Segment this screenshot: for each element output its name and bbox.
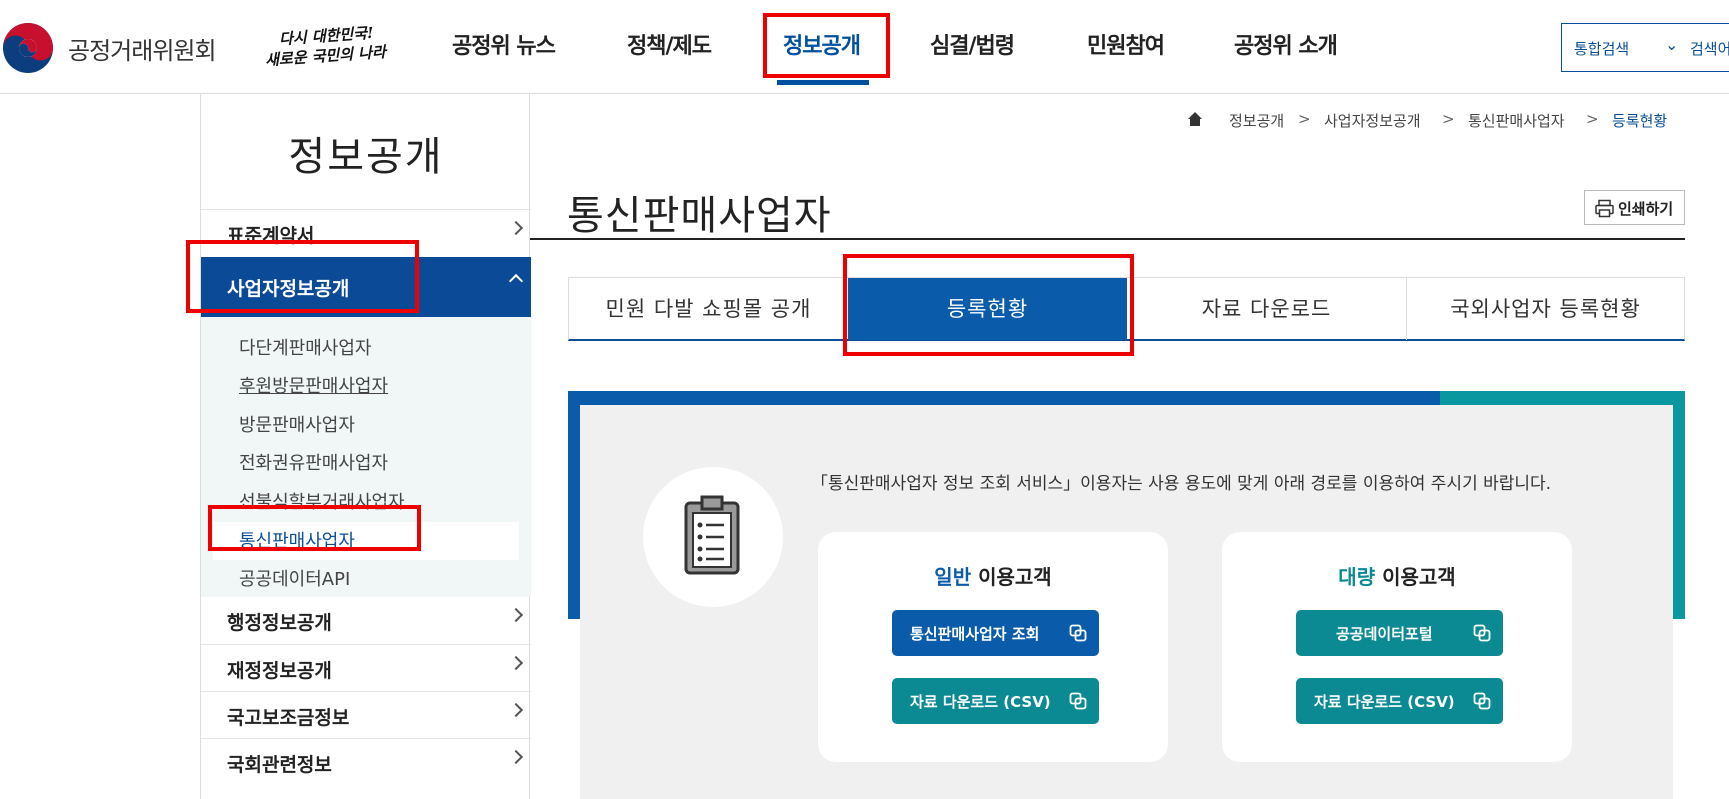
sidebar-item-label: 국고보조금정보 xyxy=(227,707,350,729)
logo-text: 공정거래위원회 xyxy=(68,36,217,65)
sidebar-item-label: 재정정보공개 xyxy=(227,660,332,682)
public-data-portal-button[interactable]: 공공데이터포털 xyxy=(1296,610,1503,656)
tab-data-download[interactable]: 자료 다운로드 xyxy=(1127,278,1406,340)
card-title-highlight: 일반 xyxy=(934,565,972,589)
annotation-box-submenu xyxy=(208,505,421,551)
copy-icon xyxy=(1473,624,1491,642)
home-icon[interactable] xyxy=(1187,111,1203,127)
tab-complaint-malls[interactable]: 민원 다발 쇼핑몰 공개 xyxy=(569,278,848,340)
nav-civil[interactable]: 민원참여 xyxy=(1087,0,1165,94)
sidebar-item-label: 행정정보공개 xyxy=(227,612,332,634)
sidebar-item-assembly-info[interactable]: 국회관련정보 xyxy=(201,738,531,785)
chevron-up-icon xyxy=(508,273,524,289)
card-title: 대량 이용고객 xyxy=(1222,561,1572,590)
nav-about[interactable]: 공정위 소개 xyxy=(1234,0,1338,94)
sidebar-item-finance-info[interactable]: 재정정보공개 xyxy=(201,644,531,691)
page-title: 통신판매사업자 xyxy=(567,193,832,239)
chevron-right-icon xyxy=(508,655,524,671)
submenu-item-open-api[interactable]: 공공데이터API xyxy=(239,565,350,591)
sidebar: 정보공개 표준계약서 사업자정보공개 다단계판매사업자 후원방문판매사업자 방문… xyxy=(200,94,531,799)
card-title-rest: 이용고객 xyxy=(1375,565,1456,589)
sidebar-title: 정보공개 xyxy=(288,134,444,180)
button-label: 자료 다운로드 (CSV) xyxy=(1314,693,1455,711)
site-logo[interactable]: 공정거래위원회 xyxy=(2,22,217,74)
breadcrumb-separator-icon: > xyxy=(1442,110,1455,128)
submenu-item-telemarketing[interactable]: 전화권유판매사업자 xyxy=(239,449,388,475)
bulk-user-card: 대량 이용고객 공공데이터포털 자료 다운로드 (CSV) xyxy=(1222,532,1572,762)
search-input[interactable]: 검색어 xyxy=(1690,38,1729,59)
lookup-business-button[interactable]: 통신판매사업자 조회 xyxy=(892,610,1099,656)
nav-policy[interactable]: 정책/제도 xyxy=(627,0,712,94)
search-scope-select[interactable]: 통합검색 xyxy=(1574,38,1629,59)
card-title-highlight: 대량 xyxy=(1338,565,1376,589)
tab-foreign-registration[interactable]: 국외사업자 등록현황 xyxy=(1407,278,1684,340)
copy-icon xyxy=(1069,624,1087,642)
button-label: 공공데이터포털 xyxy=(1336,625,1433,643)
service-notice: 「통신판매사업자 정보 조회 서비스」이용자는 사용 용도에 맞게 아래 경로를… xyxy=(811,474,1552,494)
bulk-download-csv-button[interactable]: 자료 다운로드 (CSV) xyxy=(1296,678,1503,724)
chevron-right-icon xyxy=(508,702,524,718)
breadcrumb-current: 등록현황 xyxy=(1612,112,1668,130)
chevron-right-icon xyxy=(508,749,524,765)
print-button[interactable]: 인쇄하기 xyxy=(1584,190,1685,225)
breadcrumb-item[interactable]: 사업자정보공개 xyxy=(1324,110,1421,131)
title-divider xyxy=(530,238,1685,240)
nav-decisions[interactable]: 심결/법령 xyxy=(930,0,1015,94)
submenu-item-sponsored-visit[interactable]: 후원방문판매사업자 xyxy=(239,372,388,398)
button-label: 통신판매사업자 조회 xyxy=(910,625,1040,643)
printer-icon xyxy=(1595,199,1614,218)
download-csv-button[interactable]: 자료 다운로드 (CSV) xyxy=(892,678,1099,724)
breadcrumb-separator-icon: > xyxy=(1298,110,1311,128)
search-box[interactable]: 통합검색 ⌄ 검색어 xyxy=(1561,23,1729,72)
submenu-item-door-to-door[interactable]: 방문판매사업자 xyxy=(239,411,355,437)
card-title: 일반 이용고객 xyxy=(818,561,1168,590)
taegeuk-logo-icon xyxy=(3,23,53,73)
annotation-box-sidebar xyxy=(186,240,419,313)
sidebar-item-label: 국회관련정보 xyxy=(227,754,332,776)
nav-news[interactable]: 공정위 뉴스 xyxy=(452,0,556,94)
card-title-rest: 이용고객 xyxy=(971,565,1052,589)
general-user-card: 일반 이용고객 통신판매사업자 조회 자료 다운로드 (CSV) xyxy=(818,532,1168,762)
sidebar-submenu: 다단계판매사업자 후원방문판매사업자 방문판매사업자 전화권유판매사업자 선불식… xyxy=(201,317,531,597)
print-label: 인쇄하기 xyxy=(1618,200,1674,218)
slogan-image: 다시 대한민국! 새로운 국민의 나라 xyxy=(265,24,405,69)
breadcrumb-item[interactable]: 정보공개 xyxy=(1229,110,1284,131)
chevron-right-icon xyxy=(508,220,524,236)
clipboard-icon xyxy=(684,495,740,575)
copy-icon xyxy=(1473,692,1491,710)
annotation-box-nav xyxy=(763,13,890,78)
breadcrumb-separator-icon: > xyxy=(1586,110,1599,128)
active-nav-underline xyxy=(777,80,869,85)
breadcrumb-item[interactable]: 통신판매사업자 xyxy=(1468,110,1565,131)
sidebar-item-admin-info[interactable]: 행정정보공개 xyxy=(201,597,531,644)
button-label: 자료 다운로드 (CSV) xyxy=(910,693,1051,711)
annotation-box-tab xyxy=(843,254,1134,356)
chevron-down-icon[interactable]: ⌄ xyxy=(1665,35,1678,54)
copy-icon xyxy=(1069,692,1087,710)
chevron-right-icon xyxy=(508,607,524,623)
sidebar-item-subsidy-info[interactable]: 국고보조금정보 xyxy=(201,691,531,738)
submenu-item-multilevel[interactable]: 다단계판매사업자 xyxy=(239,334,371,360)
